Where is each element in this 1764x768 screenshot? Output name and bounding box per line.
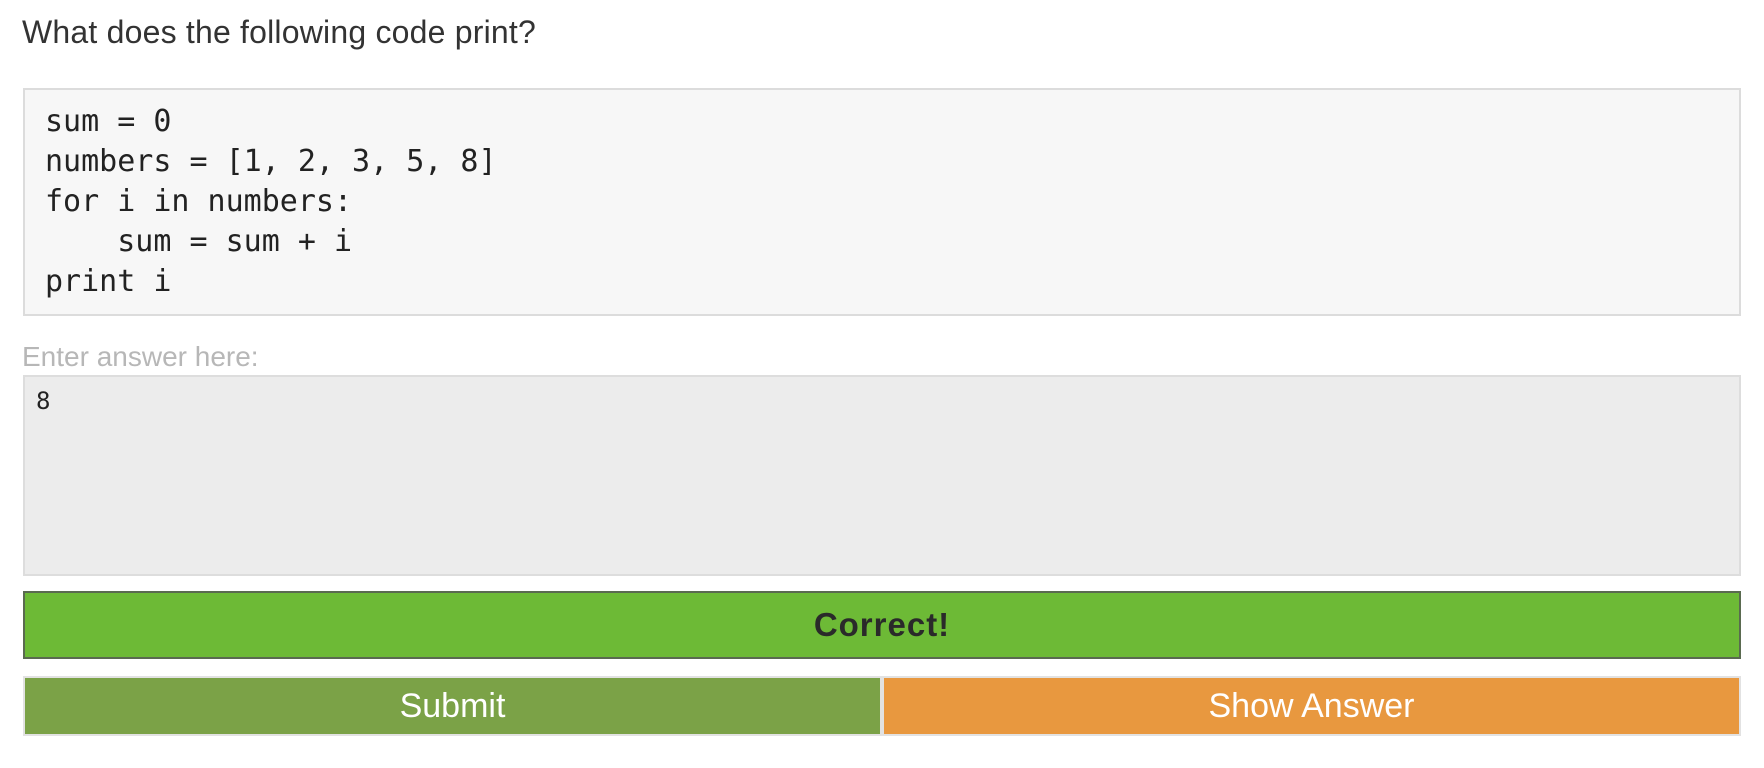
show-answer-button[interactable]: Show Answer — [882, 676, 1741, 736]
answer-label: Enter answer here: — [22, 341, 259, 372]
answer-input[interactable]: 8 — [23, 375, 1741, 576]
question-prompt: What does the following code print? — [22, 14, 536, 50]
submit-button[interactable]: Submit — [23, 676, 882, 736]
feedback-banner: Correct! — [23, 591, 1741, 659]
code-block: sum = 0 numbers = [1, 2, 3, 5, 8] for i … — [23, 88, 1741, 316]
